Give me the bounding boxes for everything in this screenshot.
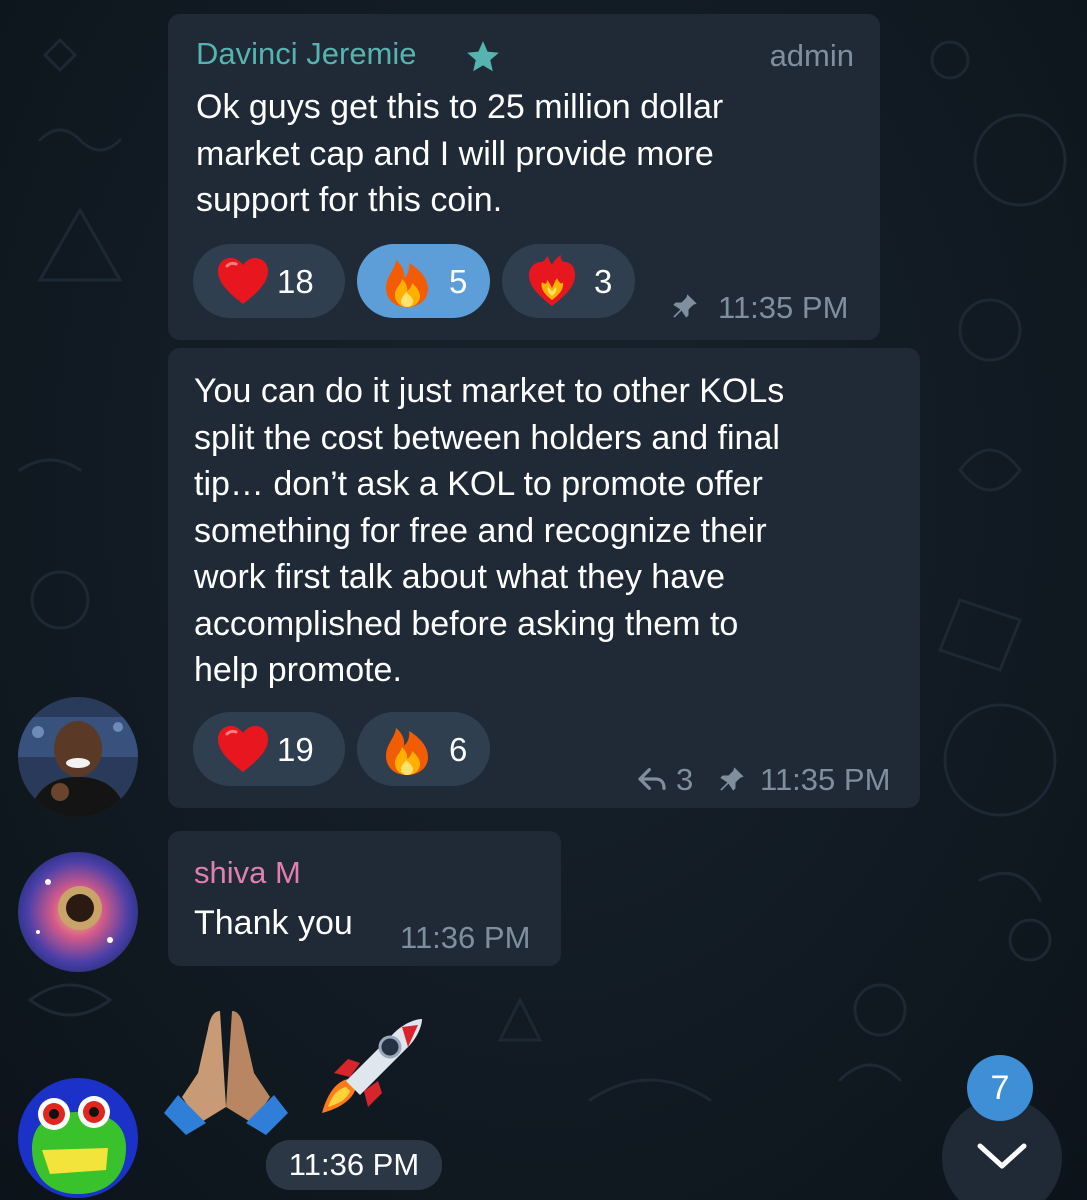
sender-name[interactable]: Davinci Jeremie	[196, 36, 417, 72]
reaction-count: 5	[449, 263, 468, 300]
emoji-message[interactable]	[158, 995, 438, 1135]
fire-icon	[386, 728, 428, 775]
message-text: Thank you	[194, 904, 353, 942]
heart-on-fire-icon	[529, 255, 575, 306]
avatar-frog[interactable]	[18, 1078, 138, 1198]
reaction-heart[interactable]: 19	[193, 712, 345, 786]
avatar-photo	[18, 697, 138, 817]
message-bubble-admin[interactable]: Davinci Jeremie admin Ok guys get this t…	[168, 14, 880, 340]
folded-hands-emoji	[164, 1011, 288, 1135]
reply-arrow-icon[interactable]	[636, 763, 668, 795]
red-heart-icon	[218, 726, 268, 772]
reaction-count: 6	[449, 731, 468, 768]
reaction-count: 19	[277, 731, 314, 768]
red-heart-icon	[218, 258, 268, 304]
avatar-davinci-jeremie[interactable]	[18, 697, 138, 817]
avatar-photo	[18, 852, 138, 972]
avatar-shiva-m[interactable]	[18, 852, 138, 972]
reaction-heart[interactable]: 18	[193, 244, 345, 318]
sender-name[interactable]: shiva M	[194, 855, 301, 891]
emoji-message-time: 11:36 PM	[266, 1140, 442, 1190]
chat-window: Davinci Jeremie admin Ok guys get this t…	[0, 0, 1087, 1200]
message-time: 11:36 PM	[400, 920, 531, 955]
reaction-heart-on-fire[interactable]: 3	[502, 244, 635, 318]
message-time: 11:35 PM	[760, 762, 891, 797]
star-icon	[467, 41, 499, 72]
message-text: You can do it just market to other KOLs …	[194, 372, 785, 689]
avatar-photo	[18, 1078, 138, 1198]
unread-count-badge: 7	[967, 1055, 1033, 1121]
message-bubble-admin-2[interactable]: You can do it just market to other KOLs …	[168, 348, 920, 808]
role-label: admin	[769, 38, 854, 73]
pin-icon	[673, 294, 697, 318]
reaction-fire[interactable]: 5	[357, 244, 490, 318]
message-time: 11:35 PM	[718, 290, 849, 325]
fire-icon	[386, 260, 428, 307]
pin-icon	[720, 767, 744, 791]
reaction-count: 3	[594, 263, 613, 300]
message-text: Ok guys get this to 25 million dollar ma…	[196, 88, 724, 219]
message-bubble-shiva[interactable]: shiva M Thank you 11:36 PM	[168, 831, 561, 966]
reaction-fire[interactable]: 6	[357, 712, 490, 786]
chevron-down-icon	[977, 1143, 1027, 1169]
reaction-count: 18	[277, 263, 314, 300]
reply-count[interactable]: 3	[676, 762, 693, 798]
rocket-emoji	[322, 1019, 422, 1113]
